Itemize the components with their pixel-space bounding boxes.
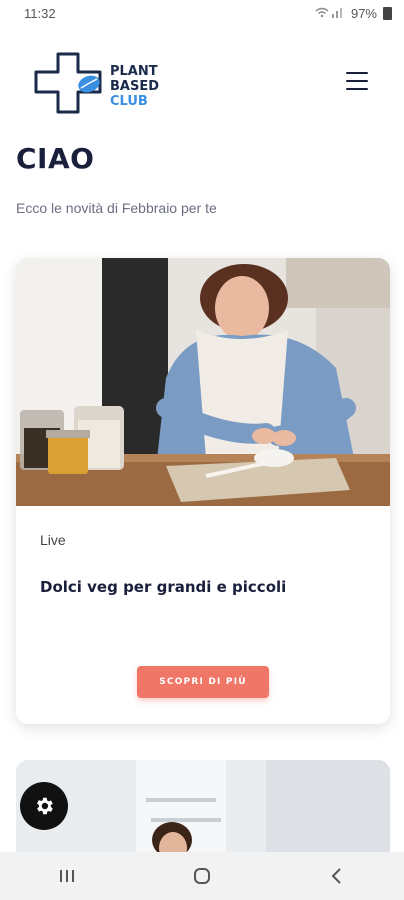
logo-line-2: BASED xyxy=(110,79,160,94)
back-icon[interactable] xyxy=(317,856,357,896)
page-title: CIAO xyxy=(16,142,95,175)
home-icon[interactable] xyxy=(182,856,222,896)
status-bar: 11:32 97% xyxy=(0,0,404,26)
status-indicators: 97% xyxy=(315,6,392,21)
logo-cross-icon xyxy=(34,52,102,114)
card-title: Dolci veg per grandi e piccoli xyxy=(40,578,287,596)
status-time: 11:32 xyxy=(24,5,56,21)
logo-line-3: CLUB xyxy=(110,94,148,109)
logo-line-1: PLANT xyxy=(110,64,158,79)
signal-icon xyxy=(315,6,345,21)
event-card[interactable]: Live Dolci veg per grandi e piccoli SCOP… xyxy=(16,258,390,724)
logo[interactable]: PLANT BASED CLUB xyxy=(34,50,174,116)
recent-apps-icon[interactable] xyxy=(47,856,87,896)
battery-percent: 97% xyxy=(350,5,377,21)
page-subtitle: Ecco le novità di Febbraio per te xyxy=(16,200,217,216)
app-header: PLANT BASED CLUB xyxy=(0,44,404,120)
gear-icon[interactable] xyxy=(20,782,68,830)
card-tag: Live xyxy=(40,532,66,548)
card-image xyxy=(16,258,390,506)
battery-icon xyxy=(383,6,392,20)
logo-text: PLANT BASED CLUB xyxy=(110,64,159,109)
hamburger-icon[interactable] xyxy=(346,72,368,90)
discover-more-button[interactable]: SCOPRI DI PIÙ xyxy=(137,666,269,698)
system-nav-bar xyxy=(0,852,404,900)
